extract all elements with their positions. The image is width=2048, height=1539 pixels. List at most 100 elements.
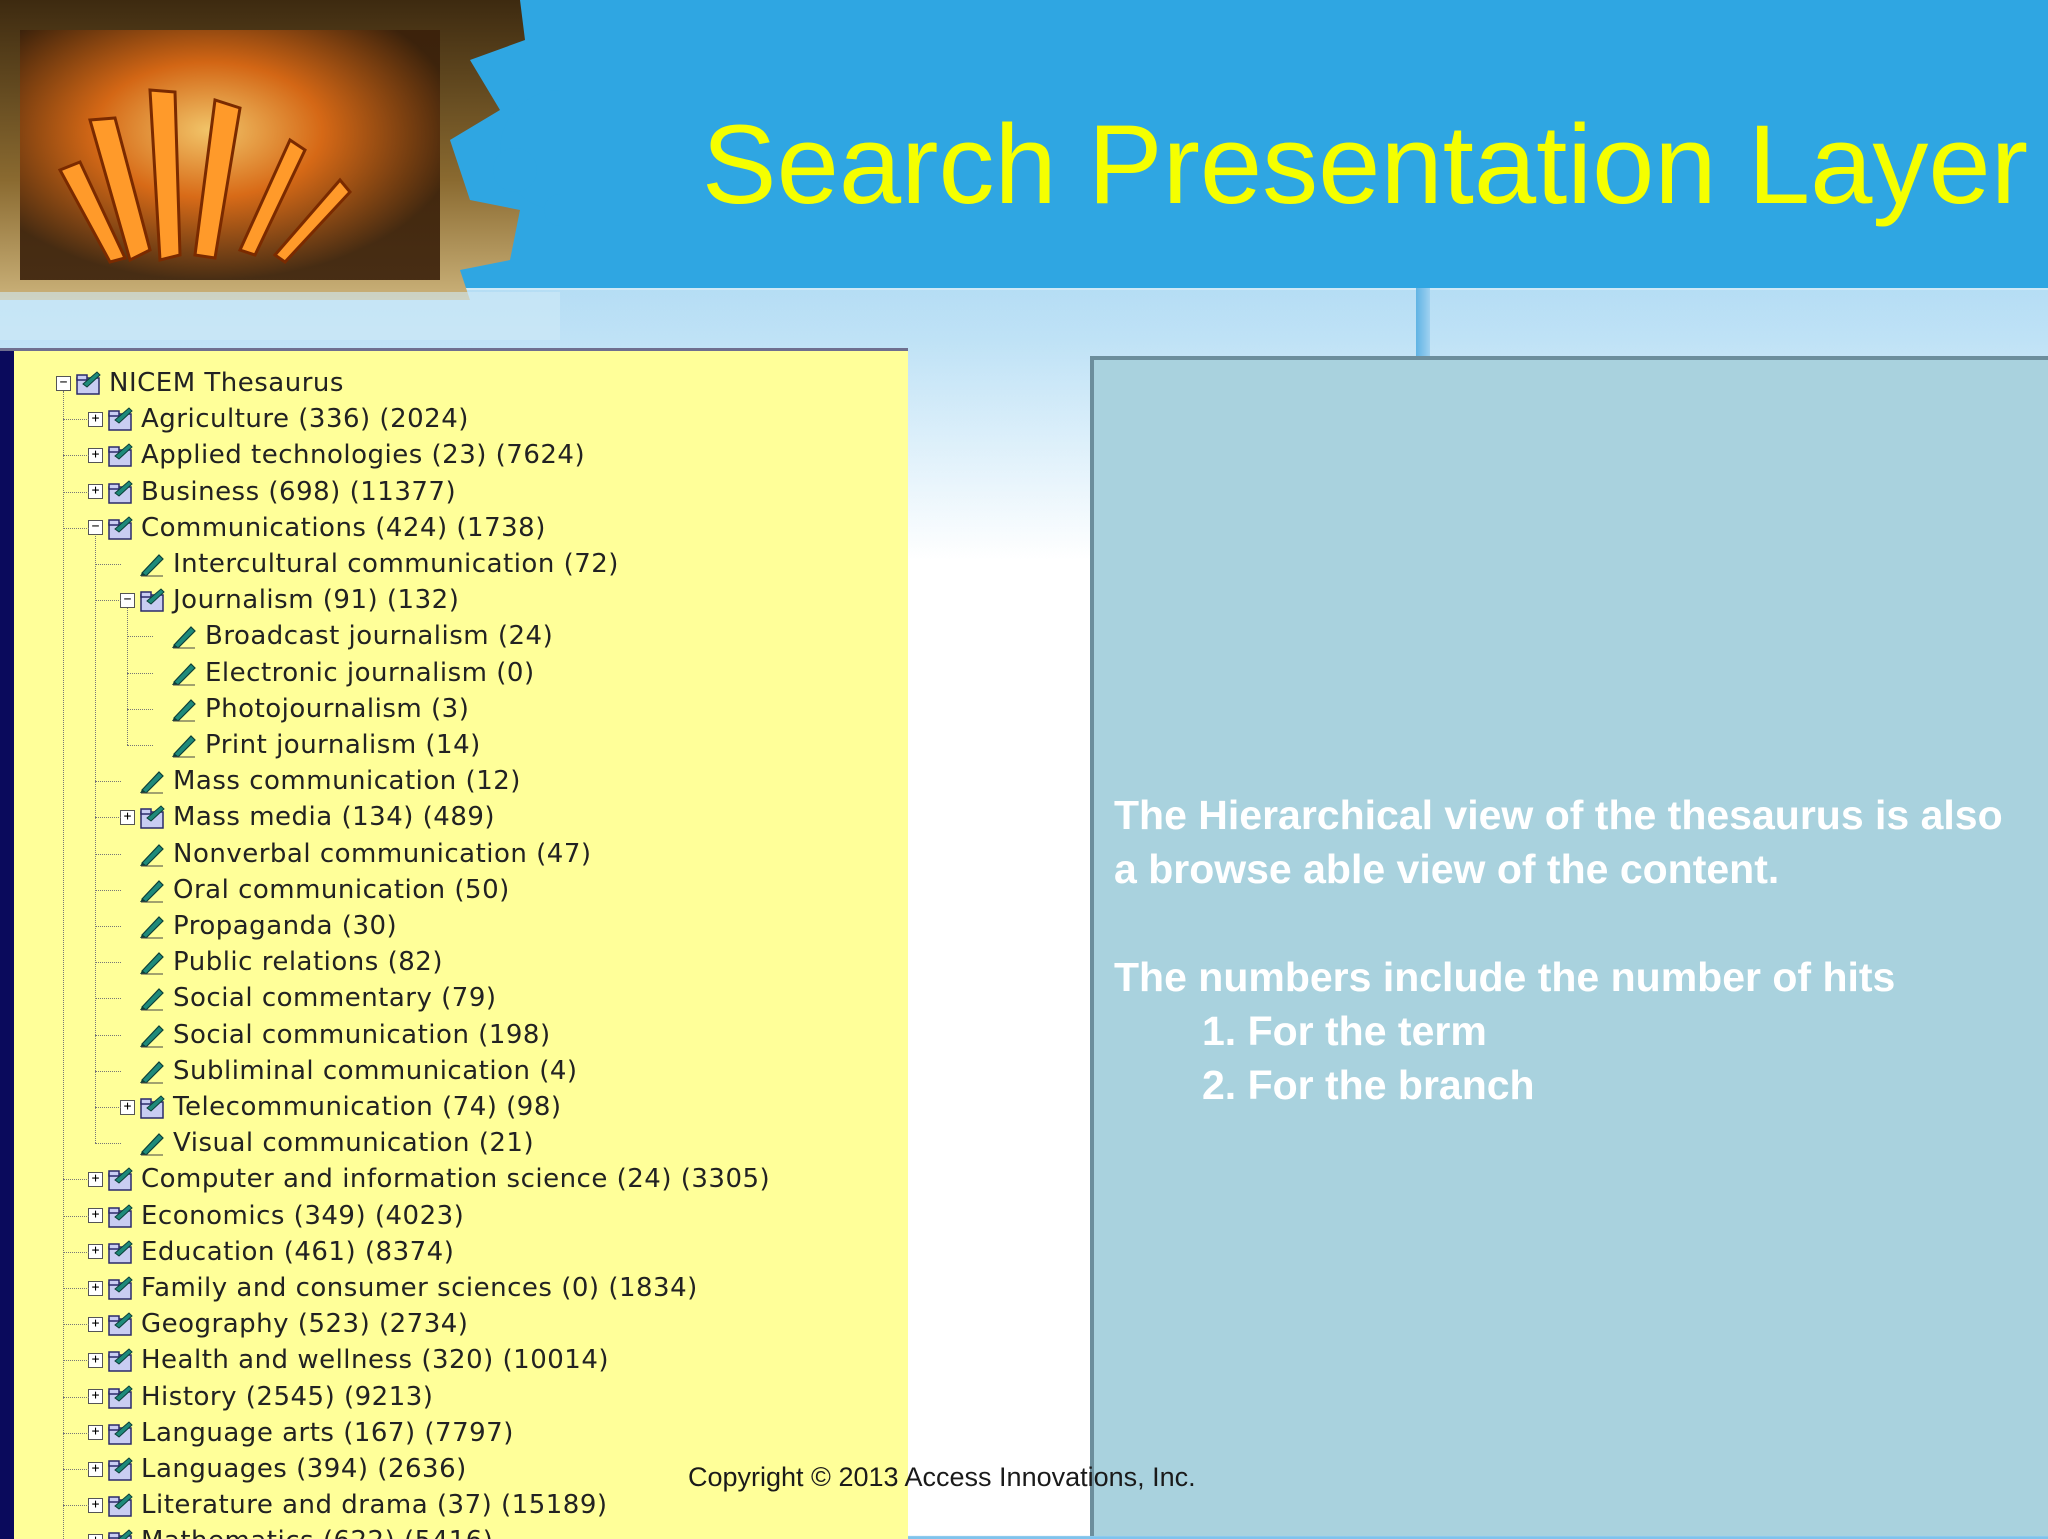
info-paragraph-1: The Hierarchical view of the thesaurus i…: [1114, 792, 2003, 892]
tree-node[interactable]: + Geography (523) (2734): [88, 1306, 468, 1342]
tree-node-label[interactable]: Family and consumer sciences (0) (1834): [141, 1273, 698, 1303]
tree-node-label[interactable]: Journalism (91) (132): [173, 585, 459, 615]
tree-node[interactable]: + Languages (394) (2636): [88, 1451, 467, 1487]
tree-node-label[interactable]: Mathematics (622) (5416): [141, 1526, 493, 1539]
tree-node-label[interactable]: Economics (349) (4023): [141, 1201, 464, 1231]
tree-node-label[interactable]: Subliminal communication (4): [173, 1056, 578, 1086]
expand-toggle-icon[interactable]: +: [120, 1099, 135, 1115]
tree-node[interactable]: + Business (698) (11377): [88, 474, 456, 510]
tree-node-label[interactable]: Literature and drama (37) (15189): [141, 1490, 608, 1520]
collapse-toggle-icon[interactable]: −: [88, 520, 103, 536]
expand-toggle-icon[interactable]: +: [88, 1425, 103, 1441]
tree-node-label[interactable]: History (2545) (9213): [141, 1382, 433, 1412]
tree-connector-line: [95, 853, 121, 855]
expand-toggle-icon[interactable]: +: [88, 1244, 103, 1260]
tree-node[interactable]: Intercultural communication (72): [120, 546, 619, 582]
collapse-toggle-icon[interactable]: −: [56, 375, 71, 391]
tree-node-label[interactable]: Communications (424) (1738): [141, 513, 546, 543]
folder-icon: [107, 1384, 133, 1410]
expand-toggle-icon[interactable]: +: [88, 484, 103, 500]
tree-node[interactable]: − Communications (424) (1738): [88, 510, 546, 546]
tree-node[interactable]: Subliminal communication (4): [120, 1053, 578, 1089]
folder-icon: [107, 1492, 133, 1518]
tree-node[interactable]: Broadcast journalism (24): [152, 618, 553, 654]
folder-icon: [75, 370, 101, 396]
tree-node[interactable]: Nonverbal communication (47): [120, 836, 592, 872]
tree-connector-line: [63, 391, 64, 1539]
tree-node[interactable]: Oral communication (50): [120, 872, 510, 908]
tree-node[interactable]: + Mathematics (622) (5416): [88, 1523, 493, 1539]
tree-node-label[interactable]: Social commentary (79): [173, 983, 497, 1013]
tree-node-label[interactable]: Mass media (134) (489): [173, 802, 495, 832]
collapse-toggle-icon[interactable]: −: [120, 592, 135, 608]
tree-node-label[interactable]: Agriculture (336) (2024): [141, 404, 469, 434]
tree-node[interactable]: + Family and consumer sciences (0) (1834): [88, 1270, 698, 1306]
tree-connector-line: [127, 608, 128, 745]
tree-node[interactable]: + Economics (349) (4023): [88, 1198, 464, 1234]
tree-node-label[interactable]: NICEM Thesaurus: [109, 368, 344, 398]
tree-node[interactable]: Social communication (198): [120, 1017, 551, 1053]
tree-node-label[interactable]: Electronic journalism (0): [205, 658, 535, 688]
tree-node[interactable]: Photojournalism (3): [152, 691, 469, 727]
tree-node-label[interactable]: Business (698) (11377): [141, 477, 456, 507]
tree-node[interactable]: Public relations (82): [120, 944, 443, 980]
expand-toggle-icon[interactable]: +: [88, 1352, 103, 1368]
tree-node[interactable]: + Agriculture (336) (2024): [88, 401, 469, 437]
expand-toggle-icon[interactable]: +: [88, 1208, 103, 1224]
expand-toggle-icon[interactable]: +: [88, 1389, 103, 1405]
tree-node-label[interactable]: Geography (523) (2734): [141, 1309, 468, 1339]
tree-node-label[interactable]: Applied technologies (23) (7624): [141, 440, 585, 470]
tree-node-label[interactable]: Propaganda (30): [173, 911, 397, 941]
expand-toggle-icon[interactable]: +: [88, 1461, 103, 1477]
tree-node-label[interactable]: Visual communication (21): [173, 1128, 534, 1158]
tree-node-label[interactable]: Health and wellness (320) (10014): [141, 1345, 609, 1375]
expand-toggle-icon[interactable]: +: [88, 1497, 103, 1513]
tree-node-label[interactable]: Nonverbal communication (47): [173, 839, 592, 869]
tree-node-label[interactable]: Broadcast journalism (24): [205, 621, 553, 651]
tree-node[interactable]: + Language arts (167) (7797): [88, 1415, 514, 1451]
tree-node-label[interactable]: Print journalism (14): [205, 730, 481, 760]
tree-node[interactable]: Visual communication (21): [120, 1125, 534, 1161]
tree-connector-line: [127, 745, 153, 746]
tree-node-label[interactable]: Public relations (82): [173, 947, 443, 977]
expand-toggle-icon[interactable]: +: [88, 447, 103, 463]
tree-node[interactable]: Mass communication (12): [120, 763, 521, 799]
book-logo-image: [0, 0, 560, 340]
tree-node-label[interactable]: Social communication (198): [173, 1020, 551, 1050]
tree-node[interactable]: Electronic journalism (0): [152, 655, 535, 691]
tree-node[interactable]: + Applied technologies (23) (7624): [88, 437, 585, 473]
tree-node-label[interactable]: Languages (394) (2636): [141, 1454, 467, 1484]
term-icon: [139, 768, 165, 794]
tree-node[interactable]: + Literature and drama (37) (15189): [88, 1487, 608, 1523]
tree-node[interactable]: Propaganda (30): [120, 908, 397, 944]
expand-toggle-icon[interactable]: +: [88, 1171, 103, 1187]
folder-icon: [107, 1166, 133, 1192]
tree-node[interactable]: + History (2545) (9213): [88, 1379, 433, 1415]
tree-node-label[interactable]: Education (461) (8374): [141, 1237, 454, 1267]
tree-node[interactable]: + Computer and information science (24) (…: [88, 1161, 770, 1197]
tree-node[interactable]: − NICEM Thesaurus: [56, 365, 344, 401]
tree-node[interactable]: − Journalism (91) (132): [120, 582, 459, 618]
tree-node[interactable]: Print journalism (14): [152, 727, 481, 763]
tree-connector-line: [95, 1034, 121, 1036]
expand-toggle-icon[interactable]: +: [88, 1316, 103, 1332]
tree-node-label[interactable]: Telecommunication (74) (98): [173, 1092, 562, 1122]
tree-node[interactable]: + Education (461) (8374): [88, 1234, 454, 1270]
tree-node[interactable]: + Telecommunication (74) (98): [120, 1089, 562, 1125]
tree-node[interactable]: Social commentary (79): [120, 980, 497, 1016]
folder-icon: [107, 1203, 133, 1229]
expand-toggle-icon[interactable]: +: [88, 1280, 103, 1296]
expand-toggle-icon[interactable]: +: [88, 1533, 103, 1539]
tree-node-label[interactable]: Intercultural communication (72): [173, 549, 619, 579]
tree-connector-line: [63, 1505, 89, 1507]
tree-node-label[interactable]: Oral communication (50): [173, 875, 510, 905]
tree-node[interactable]: + Health and wellness (320) (10014): [88, 1342, 609, 1378]
expand-toggle-icon[interactable]: +: [120, 809, 135, 825]
tree-node-label[interactable]: Mass communication (12): [173, 766, 521, 796]
tree-node[interactable]: + Mass media (134) (489): [120, 799, 495, 835]
tree-node-label[interactable]: Computer and information science (24) (3…: [141, 1164, 770, 1194]
tree-node-label[interactable]: Language arts (167) (7797): [141, 1418, 514, 1448]
tree-connector-line: [95, 817, 121, 819]
expand-toggle-icon[interactable]: +: [88, 411, 103, 427]
tree-node-label[interactable]: Photojournalism (3): [205, 694, 469, 724]
